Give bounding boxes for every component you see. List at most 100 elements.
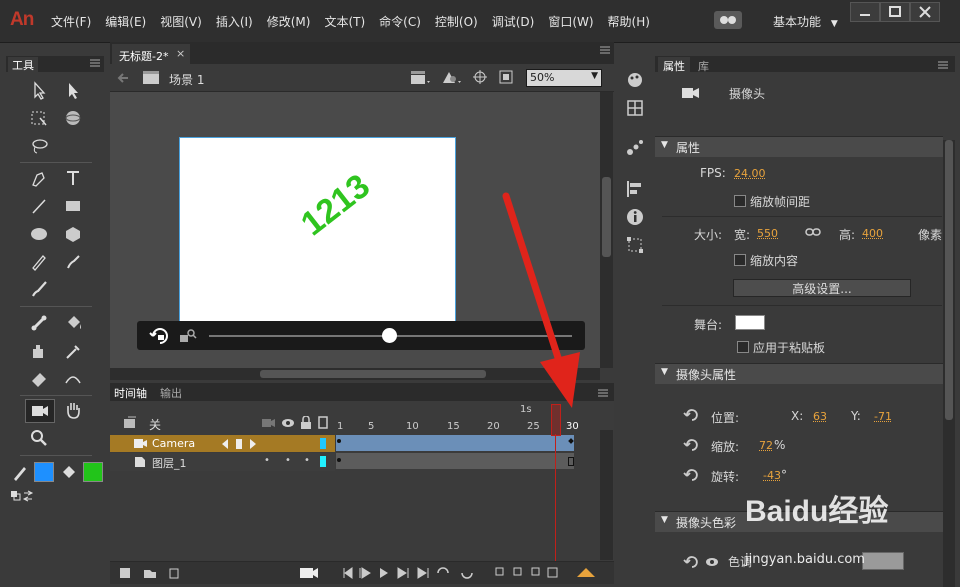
timeline-vertical-scrollbar[interactable]: [600, 430, 613, 560]
lock-icon[interactable]: [300, 416, 312, 429]
stage-vertical-scrollbar[interactable]: [600, 92, 613, 368]
layer-name[interactable]: Camera: [152, 437, 195, 450]
scale-spacing-checkbox[interactable]: [734, 195, 746, 207]
3d-rotation-tool[interactable]: [62, 107, 84, 129]
apply-pasteboard-checkbox[interactable]: [737, 341, 749, 353]
stroke-color-swatch[interactable]: [34, 462, 54, 482]
timeline-frames[interactable]: [335, 434, 600, 472]
menu-help[interactable]: 帮助(H): [601, 13, 657, 30]
brush-tool[interactable]: [62, 251, 84, 273]
layer1-frame-span[interactable]: [336, 453, 574, 469]
stroke-color-tool[interactable]: [10, 461, 32, 483]
swatches-panel-button[interactable]: [626, 99, 644, 117]
ink-bottle-tool[interactable]: [28, 340, 50, 362]
link-icon[interactable]: [805, 225, 821, 239]
section-camera-header[interactable]: ▼ 摄像头属性: [655, 363, 943, 384]
paint-bucket-tool[interactable]: [62, 312, 84, 334]
scrollbar-thumb[interactable]: [260, 370, 486, 378]
menu-file[interactable]: 文件(F): [44, 13, 98, 30]
scale-content-checkbox[interactable]: [734, 254, 746, 266]
reset-zoom-icon[interactable]: [683, 438, 699, 452]
layer-row-layer1[interactable]: 图层_1 • • •: [110, 453, 335, 471]
menu-insert[interactable]: 插入(I): [209, 13, 260, 30]
tab-timeline[interactable]: 时间轴: [114, 385, 147, 401]
panel-menu-icon[interactable]: [600, 46, 610, 54]
scrollbar-thumb[interactable]: [945, 140, 953, 420]
show-hide-camera-toggle[interactable]: [123, 416, 139, 430]
properties-scrollbar[interactable]: [943, 140, 955, 587]
back-arrow-icon[interactable]: [116, 72, 130, 84]
stage-color-swatch[interactable]: [735, 315, 765, 330]
section-properties-header[interactable]: ▼ 属性: [655, 136, 943, 157]
width-value[interactable]: 550: [757, 227, 778, 240]
reset-position-icon[interactable]: [683, 408, 699, 422]
outline-icon[interactable]: [318, 416, 328, 429]
panel-menu-icon[interactable]: [938, 61, 948, 69]
tint-color-swatch[interactable]: [862, 552, 904, 570]
rotate-value[interactable]: -43: [763, 469, 781, 482]
document-tab[interactable]: 无标题-2* ×: [112, 44, 190, 64]
end-frame[interactable]: [568, 457, 574, 466]
clip-stage-button[interactable]: [498, 69, 514, 85]
menu-commands[interactable]: 命令(C): [372, 13, 428, 30]
layer-name[interactable]: 图层_1: [152, 455, 187, 471]
line-tool[interactable]: [28, 195, 50, 217]
hand-tool[interactable]: [62, 399, 84, 421]
fill-color-swatch[interactable]: [83, 462, 103, 482]
tab-tools[interactable]: 工具: [8, 57, 38, 73]
outline-dot[interactable]: •: [304, 455, 310, 466]
height-value[interactable]: 400: [862, 227, 883, 240]
swap-colors-button[interactable]: [10, 489, 36, 503]
menu-modify[interactable]: 修改(M): [260, 13, 318, 30]
camera-zoom-button[interactable]: [179, 327, 197, 345]
close-button[interactable]: [910, 2, 940, 22]
paint-brush-tool[interactable]: [28, 278, 50, 300]
eye-icon[interactable]: [705, 556, 719, 568]
close-icon[interactable]: ×: [176, 47, 185, 60]
eye-icon[interactable]: [281, 417, 295, 429]
oval-tool[interactable]: [28, 223, 50, 245]
menu-text[interactable]: 文本(T): [317, 13, 372, 30]
layer-row-camera[interactable]: Camera: [110, 435, 335, 452]
snap-center-button[interactable]: [472, 69, 488, 85]
zoom-percent-value[interactable]: 72: [759, 439, 773, 452]
panel-menu-icon[interactable]: [598, 389, 608, 397]
layer-outline-color[interactable]: [320, 456, 326, 467]
polystar-tool[interactable]: [62, 223, 84, 245]
transform-panel-button[interactable]: [626, 236, 644, 254]
panel-menu-icon[interactable]: [90, 59, 100, 67]
selection-tool[interactable]: [28, 80, 50, 102]
menu-control[interactable]: 控制(O): [428, 13, 485, 30]
x-value[interactable]: 63: [813, 410, 827, 423]
tab-library[interactable]: 库: [698, 58, 709, 74]
sync-settings-button[interactable]: [714, 11, 742, 29]
scrollbar-thumb[interactable]: [602, 177, 611, 257]
color-panel-button[interactable]: [626, 71, 644, 89]
subselection-tool[interactable]: [62, 80, 84, 102]
advanced-settings-button[interactable]: 高级设置...: [733, 279, 911, 297]
edit-symbols-button[interactable]: [440, 69, 462, 85]
tab-properties[interactable]: 属性: [658, 57, 690, 73]
camera-rotate-button[interactable]: [149, 326, 171, 346]
eraser-tool[interactable]: [28, 367, 50, 389]
stage-text-object[interactable]: 1213: [294, 167, 378, 244]
pencil-tool[interactable]: [28, 251, 50, 273]
layer-outline-color[interactable]: [320, 438, 326, 449]
bone-tool[interactable]: [28, 312, 50, 334]
menu-view[interactable]: 视图(V): [153, 13, 209, 30]
fill-color-tool[interactable]: [58, 461, 80, 483]
menu-window[interactable]: 窗口(W): [541, 13, 600, 30]
eyedropper-tool[interactable]: [62, 340, 84, 362]
keyframe[interactable]: [337, 439, 341, 443]
camera-tool[interactable]: [25, 399, 55, 423]
minimize-button[interactable]: [850, 2, 880, 22]
free-transform-tool[interactable]: [28, 107, 50, 129]
reset-rotation-icon[interactable]: [683, 468, 699, 482]
y-value[interactable]: -71: [874, 410, 892, 423]
lasso-tool[interactable]: [28, 135, 50, 157]
rectangle-tool[interactable]: [62, 195, 84, 217]
menu-debug[interactable]: 调试(D): [485, 13, 542, 30]
motion-presets-button[interactable]: [626, 138, 644, 156]
width-tool[interactable]: [62, 367, 84, 389]
align-panel-button[interactable]: [626, 180, 644, 198]
